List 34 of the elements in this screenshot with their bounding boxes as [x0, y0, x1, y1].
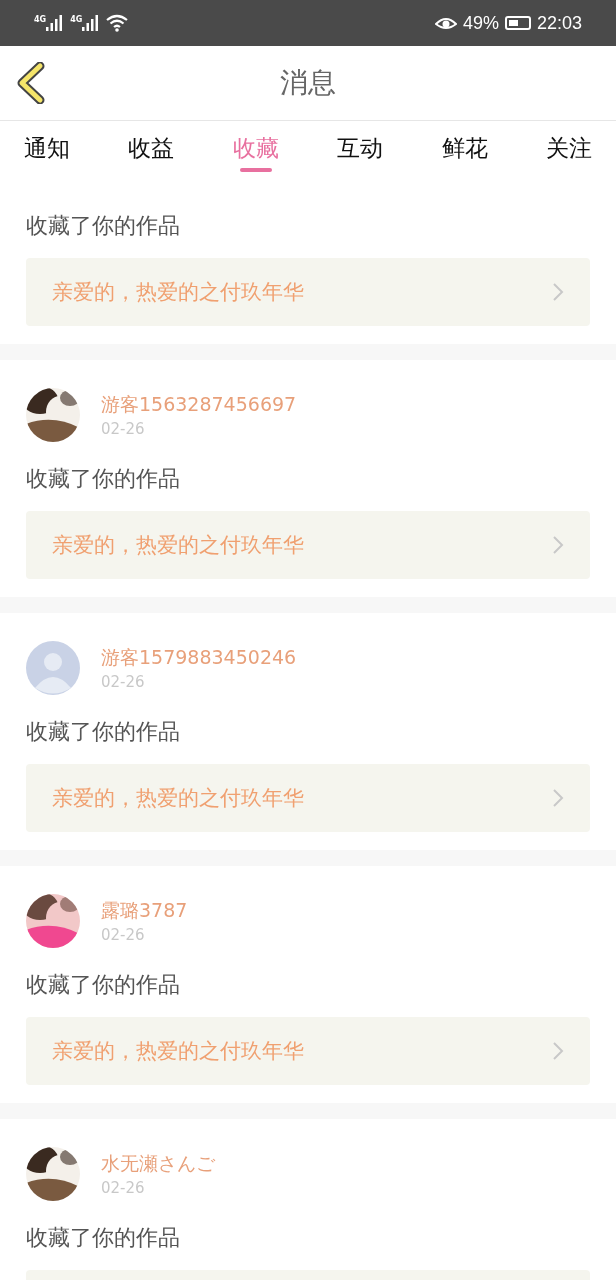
- message-text: 收藏了你的作品: [26, 465, 181, 493]
- battery-icon: [504, 16, 531, 30]
- page-title: 消息: [280, 65, 336, 101]
- chevron-right-icon: [552, 1041, 564, 1061]
- tab[interactable]: 收藏: [232, 121, 279, 175]
- chevron-right-icon: [552, 788, 564, 808]
- message-text: 收藏了你的作品: [26, 971, 181, 999]
- user-name[interactable]: 游客1579883450246: [101, 645, 297, 671]
- clock: 22:03: [536, 12, 582, 34]
- user-name[interactable]: 水无瀬さんご: [101, 1151, 215, 1177]
- chevron-right-icon: [552, 535, 564, 555]
- work-link[interactable]: 亲爱的，热爱的之付玖年华: [26, 511, 590, 579]
- back-icon[interactable]: [16, 62, 46, 104]
- message-text: 收藏了你的作品: [26, 212, 181, 240]
- signal-icon: [82, 15, 101, 31]
- network-type: 4G: [70, 15, 83, 24]
- signal-icon: [46, 15, 65, 31]
- user-name[interactable]: 游客1563287456697: [101, 392, 297, 418]
- tab[interactable]: 通知: [24, 121, 70, 175]
- tab[interactable]: 互动: [337, 121, 384, 175]
- battery-percent: 49%: [462, 12, 499, 34]
- tab[interactable]: 收益: [128, 121, 175, 175]
- network-type: 4G: [34, 15, 47, 24]
- tab[interactable]: 鲜花: [441, 121, 488, 175]
- tab[interactable]: 关注: [545, 121, 592, 175]
- message-text: 收藏了你的作品: [26, 1224, 181, 1252]
- user-name[interactable]: 露璐3787: [101, 898, 188, 924]
- work-link[interactable]: 亲爱的，热爱的之付玖年华: [26, 1017, 590, 1085]
- chevron-right-icon: [552, 282, 564, 302]
- message-text: 收藏了你的作品: [26, 718, 181, 746]
- work-link[interactable]: 亲爱的，热爱的之付玖年华: [26, 258, 590, 326]
- eye-icon: [434, 15, 457, 31]
- wifi-icon: [106, 14, 129, 32]
- work-link[interactable]: 亲爱的，热爱的之付玖年华: [26, 764, 590, 832]
